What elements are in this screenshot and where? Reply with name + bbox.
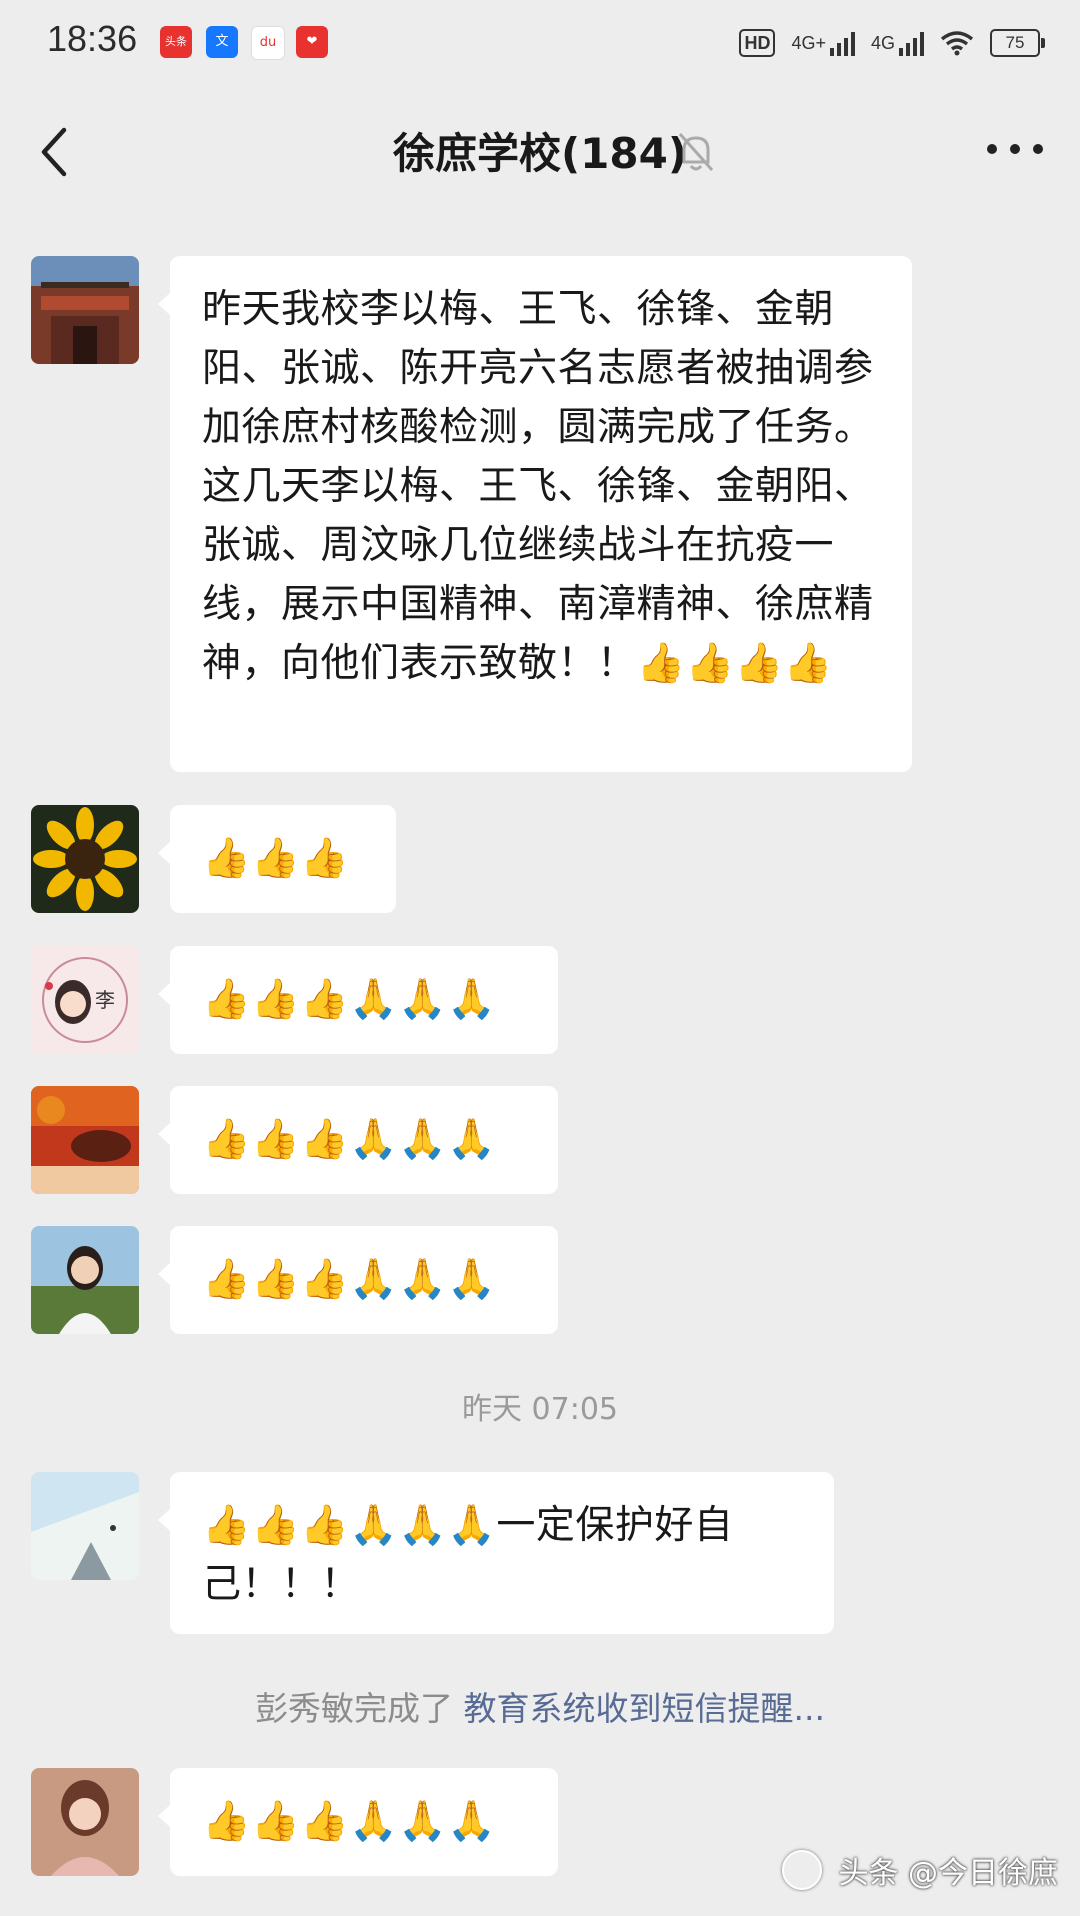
avatar[interactable] bbox=[31, 1768, 139, 1876]
signal-icon bbox=[899, 30, 924, 56]
toutiao-app-icon: 头条 bbox=[160, 26, 192, 58]
status-bar: 18:36 头条 文 du ❤ HD 4G+ 4G 75 bbox=[0, 0, 1080, 84]
system-message-link[interactable]: 教育系统收到短信提醒... bbox=[464, 1689, 825, 1728]
message-text: 👍👍👍🙏🙏🙏 bbox=[202, 1117, 497, 1162]
network-4g: 4G bbox=[871, 30, 924, 56]
message-timestamp: 昨天 07:05 bbox=[462, 1392, 618, 1427]
message-text: 昨天我校李以梅、王飞、徐锋、金朝阳、张诚、陈开亮六名志愿者被抽调参加徐庶村核酸检… bbox=[202, 287, 874, 686]
wifi-icon bbox=[940, 31, 974, 56]
chat-header: 徐庶学校(184) bbox=[0, 84, 1080, 216]
message-bubble[interactable]: 👍👍👍 bbox=[158, 805, 396, 913]
watermark-icon bbox=[782, 1850, 822, 1890]
signal-icon bbox=[829, 30, 855, 56]
chat-title: 徐庶学校(184) bbox=[392, 129, 688, 178]
avatar[interactable] bbox=[31, 1226, 139, 1334]
system-message: 彭秀敏完成了 教育系统收到短信提醒... bbox=[0, 1682, 1080, 1730]
message-bubble[interactable]: 👍👍👍🙏🙏🙏 bbox=[158, 1226, 558, 1334]
more-dots-icon[interactable] bbox=[980, 124, 1050, 174]
alipay-app-icon: 文 bbox=[206, 26, 238, 58]
battery-icon: 75 bbox=[990, 29, 1045, 57]
network-4gplus: 4G+ bbox=[791, 30, 855, 56]
message-bubble[interactable]: 👍👍👍🙏🙏🙏一定保护好自己！！！ bbox=[158, 1472, 834, 1634]
message-text: 👍👍👍🙏🙏🙏 bbox=[202, 977, 497, 1022]
avatar[interactable] bbox=[31, 805, 139, 913]
status-indicators: HD 4G+ 4G 75 bbox=[739, 26, 1045, 60]
avatar[interactable] bbox=[31, 256, 139, 364]
avatar[interactable]: 李 bbox=[31, 946, 139, 1054]
status-time: 18:36 bbox=[47, 18, 138, 59]
system-message-text: 彭秀敏完成了 bbox=[255, 1689, 464, 1728]
message-bubble[interactable]: 昨天我校李以梅、王飞、徐锋、金朝阳、张诚、陈开亮六名志愿者被抽调参加徐庶村核酸检… bbox=[158, 256, 912, 772]
avatar[interactable] bbox=[31, 1086, 139, 1194]
avatar[interactable] bbox=[31, 1472, 139, 1580]
hd-indicator: HD bbox=[739, 29, 776, 57]
watermark: 头条 @今日徐庶 bbox=[838, 1856, 1058, 1891]
message-bubble[interactable]: 👍👍👍🙏🙏🙏 bbox=[158, 946, 558, 1054]
bell-off-icon bbox=[678, 133, 714, 171]
message-text: 👍👍👍🙏🙏🙏一定保护好自己！！！ bbox=[202, 1503, 734, 1607]
message-text: 👍👍👍 bbox=[202, 836, 350, 881]
pinduoduo-app-icon: ❤ bbox=[296, 26, 328, 58]
message-text: 👍👍👍🙏🙏🙏 bbox=[202, 1257, 497, 1302]
message-bubble[interactable]: 👍👍👍🙏🙏🙏 bbox=[158, 1768, 558, 1876]
message-text: 👍👍👍🙏🙏🙏 bbox=[202, 1799, 497, 1844]
message-bubble[interactable]: 👍👍👍🙏🙏🙏 bbox=[158, 1086, 558, 1194]
avatar-label: 李 bbox=[95, 988, 115, 1012]
baidu-app-icon: du bbox=[251, 26, 285, 60]
